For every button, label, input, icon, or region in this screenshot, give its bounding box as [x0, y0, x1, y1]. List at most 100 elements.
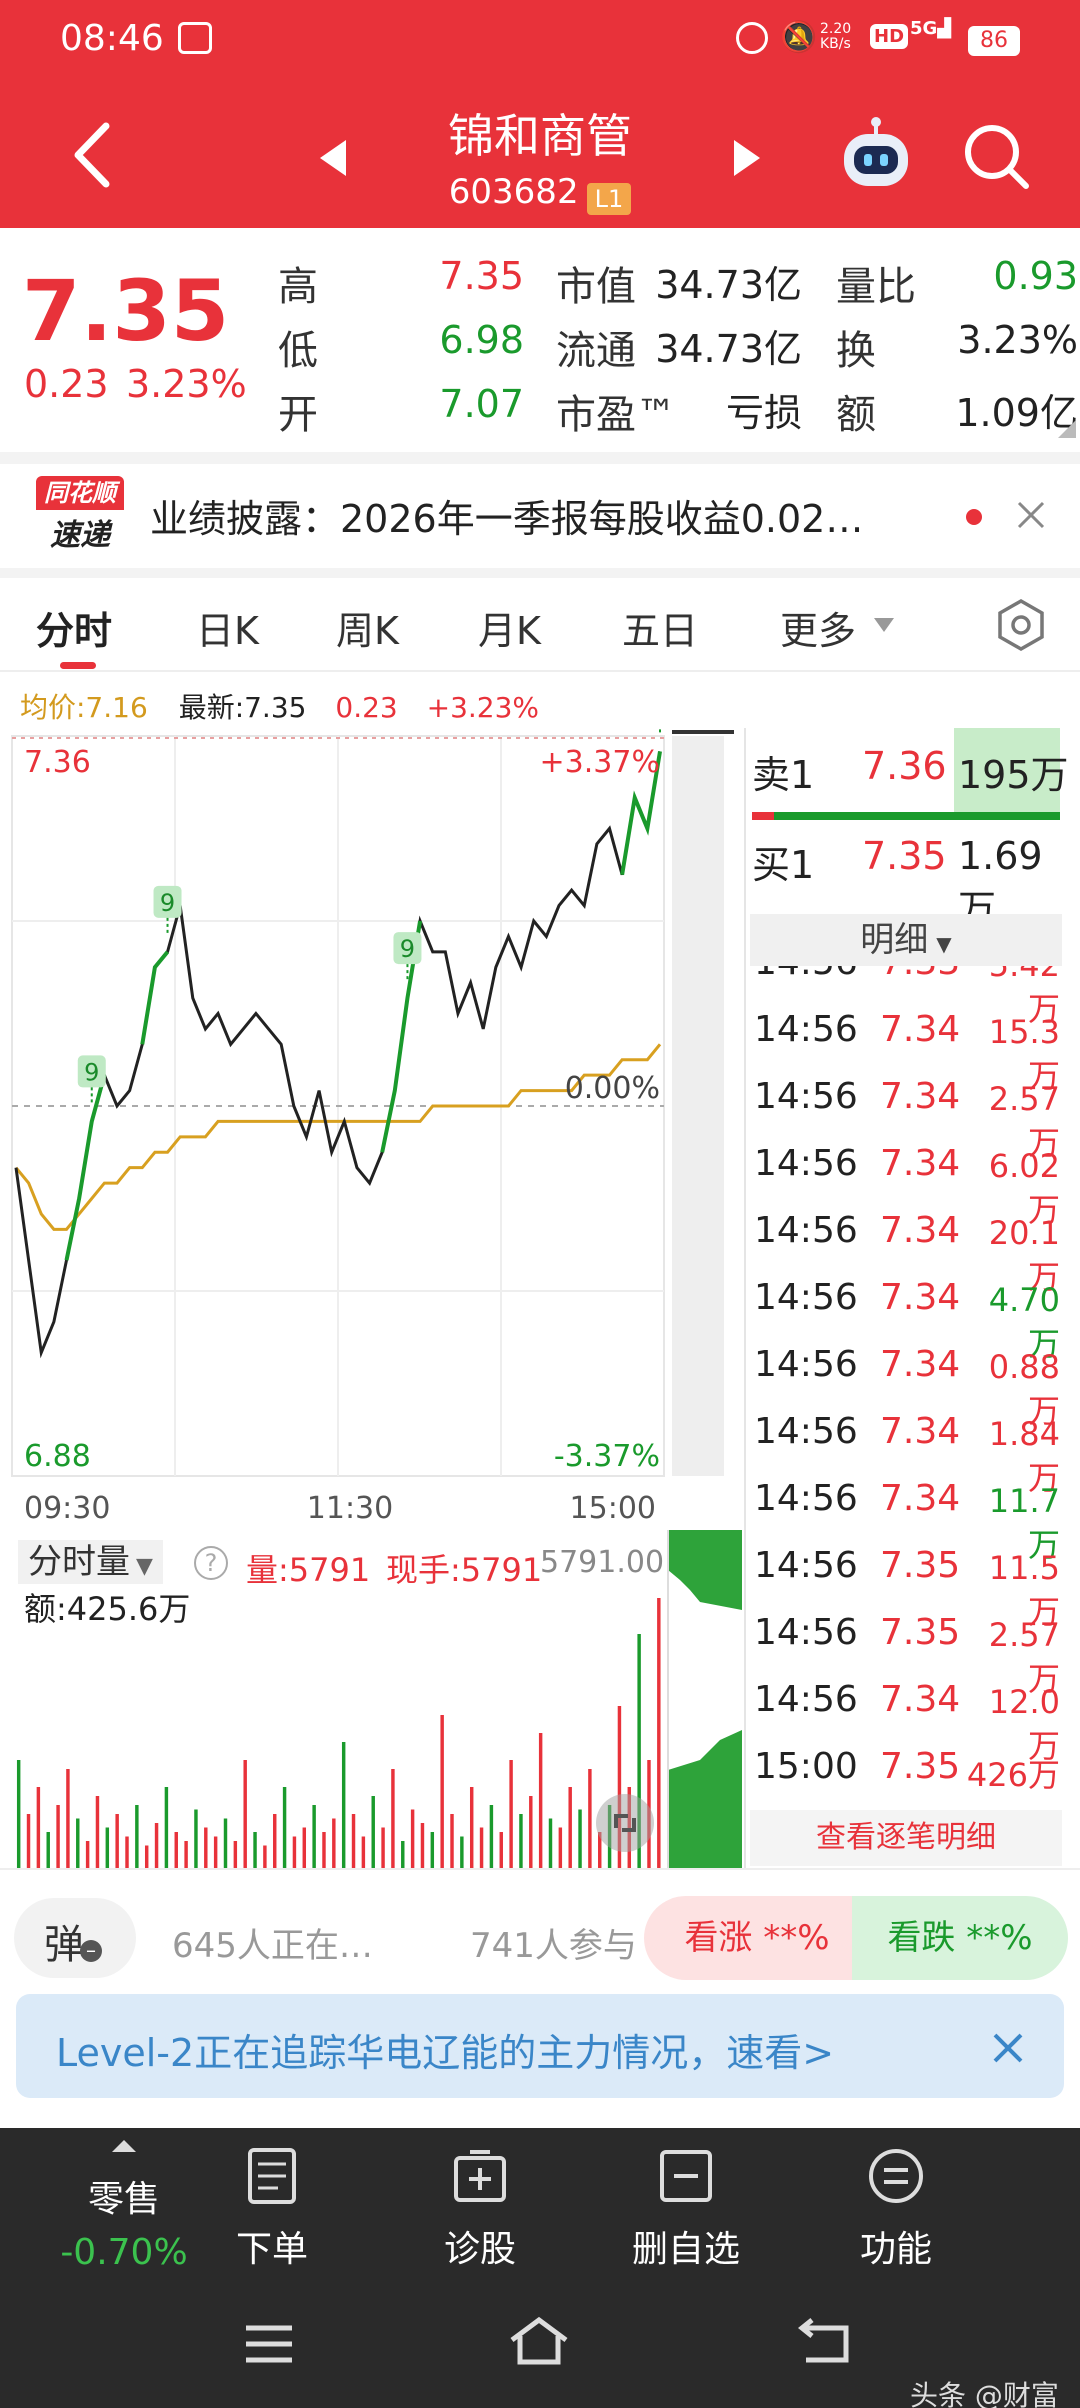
mute-icon: 🔕: [780, 20, 818, 55]
volume-bar: [509, 1760, 513, 1868]
banner-text[interactable]: Level-2正在追踪华电辽能的主力情况，速看>: [56, 2022, 834, 2077]
stat-value: 0.93: [993, 254, 1078, 298]
prev-stock-icon[interactable]: [318, 138, 348, 178]
volume-bar: [204, 1827, 208, 1868]
robot-assistant-icon[interactable]: [836, 116, 916, 196]
volume-selector[interactable]: 分时量 ▼: [18, 1540, 163, 1584]
volume-bar: [233, 1841, 238, 1868]
nav-item-2[interactable]: 删自选: [606, 2146, 766, 2296]
tab-4[interactable]: 五日: [622, 600, 698, 655]
y-top-pct-label: +3.37%: [540, 745, 660, 780]
volume-bar: [420, 1823, 425, 1868]
trade-row: 14:56 7.34 0.88万: [750, 1338, 1062, 1430]
trade-time: 14:56: [754, 1143, 858, 1184]
stat-value: 6.98: [439, 318, 524, 362]
current-hand: 现手:5791: [386, 1551, 543, 1589]
volume-bar: [450, 1814, 454, 1868]
search-icon[interactable]: [962, 122, 1032, 192]
trade-row: 14:56 7.34 6.02万: [750, 1137, 1062, 1229]
danmu-toggle[interactable]: 弹 –: [14, 1898, 136, 1978]
volume-bar: [332, 1818, 336, 1868]
price-change: 0.23: [24, 362, 109, 406]
svg-text:9: 9: [160, 889, 175, 917]
news-text[interactable]: 业绩披露：2026年一季报每股收益0.02…: [150, 488, 863, 543]
watermark: 头条 @财富: [910, 2379, 1059, 2408]
trade-row: 14:56 7.34 2.57万: [750, 1070, 1062, 1162]
stat-value: 亏损: [725, 391, 802, 435]
close-icon[interactable]: [992, 2032, 1024, 2064]
volume-bar: [213, 1836, 218, 1868]
nav-label: 删自选: [631, 2229, 740, 2270]
intraday-chart[interactable]: 9 9 9 9 7.36 6.88 +3.37% 0.00% -3.37% 09:30 11:30 1…: [0, 728, 744, 1536]
volume-bar: [322, 1832, 326, 1868]
trade-row: 14:567.335.42万: [750, 966, 1062, 1028]
volume-bar: [401, 1841, 405, 1868]
volume-bar: [66, 1769, 70, 1868]
trade-row: 14:56 7.34 20.1万: [750, 1204, 1062, 1296]
volume-bar: [46, 1832, 50, 1868]
ths-logo: 同花顺 速递: [36, 476, 124, 556]
tab-1[interactable]: 日K: [196, 600, 259, 655]
stock-title-block: 锦和商管 603682 L1: [360, 100, 720, 215]
svg-text:9: 9: [84, 1058, 99, 1086]
stat-value: 34.73亿: [655, 327, 802, 371]
level2-banner[interactable]: Level-2正在追踪华电辽能的主力情况，速看>: [16, 1994, 1064, 2098]
trade-time: 14:56: [754, 1076, 858, 1117]
info-change: 0.23: [335, 691, 398, 724]
volume-bar: [351, 1814, 356, 1868]
settings-icon[interactable]: [994, 598, 1048, 652]
volume-bar: [184, 1841, 188, 1868]
volume-bar: [558, 1827, 563, 1868]
back-icon[interactable]: [70, 120, 114, 190]
trade-time: 14:56: [754, 1679, 858, 1720]
tab-0[interactable]: 分时: [36, 600, 112, 655]
tab-5[interactable]: 更多: [780, 600, 856, 655]
alarm-icon: [736, 22, 768, 54]
help-icon[interactable]: ?: [194, 1546, 228, 1580]
next-stock-icon[interactable]: [732, 138, 762, 178]
trade-time: 14:56: [754, 1411, 858, 1452]
order-icon: [248, 2148, 296, 2204]
trade-time: 14:56: [754, 1277, 858, 1318]
expand-corner-icon[interactable]: [1058, 420, 1076, 438]
volume-bar: [105, 1827, 110, 1868]
fullscreen-icon[interactable]: [596, 1794, 654, 1852]
stat-label: 市值: [556, 264, 636, 310]
news-strip[interactable]: 同花顺 速递 业绩披露：2026年一季报每股收益0.02…: [0, 464, 1080, 568]
volume-bar: [479, 1827, 484, 1868]
trade-price: 7.34: [880, 1143, 961, 1184]
diagnose-icon: [454, 2150, 506, 2202]
volume-bar: [292, 1836, 297, 1868]
volume-bar: [489, 1805, 494, 1868]
stat-value: 34.73亿: [655, 263, 802, 307]
volume-bar: [36, 1787, 41, 1868]
trade-price: 7.34: [880, 1277, 961, 1318]
volume-bar: [460, 1836, 464, 1868]
remove-watchlist-icon: [660, 2150, 712, 2202]
back-nav-icon[interactable]: [798, 2318, 852, 2364]
menu-icon[interactable]: [244, 2324, 296, 2364]
trade-list[interactable]: 14:567.335.42万14:567.3415.3万14:567.342.5…: [750, 966, 1062, 1828]
volume-bar: [588, 1769, 592, 1868]
chart-info-line: 均价:7.16 最新:7.35 0.23 +3.23%: [20, 686, 539, 726]
volume-bar: [85, 1841, 90, 1868]
tab-2[interactable]: 周K: [336, 600, 399, 655]
scroll-strip: [672, 736, 724, 1476]
stat-label: 量比: [836, 264, 916, 310]
volume-bar: [469, 1787, 474, 1868]
vote-down-button[interactable]: 看跌 **%: [852, 1896, 1068, 1980]
nav-item-3[interactable]: 功能: [816, 2146, 976, 2296]
close-icon[interactable]: [1016, 500, 1046, 530]
volume-bar: [578, 1809, 582, 1868]
view-all-trades-link[interactable]: 查看逐笔明细: [750, 1810, 1062, 1866]
nav-item-0[interactable]: 下单: [192, 2146, 352, 2296]
tab-3[interactable]: 月K: [478, 600, 541, 655]
home-icon[interactable]: [508, 2316, 570, 2366]
detail-header[interactable]: 明细 ▼: [750, 914, 1062, 966]
trade-row: 14:56 7.34 1.84万: [750, 1405, 1062, 1497]
volume-bar: [253, 1832, 257, 1868]
nav-item-1[interactable]: 诊股: [400, 2146, 560, 2296]
x-label-mid: 11:30: [307, 1491, 393, 1526]
vote-up-button[interactable]: 看涨 **%: [644, 1896, 870, 1980]
index-name[interactable]: 零售: [44, 2170, 204, 2222]
